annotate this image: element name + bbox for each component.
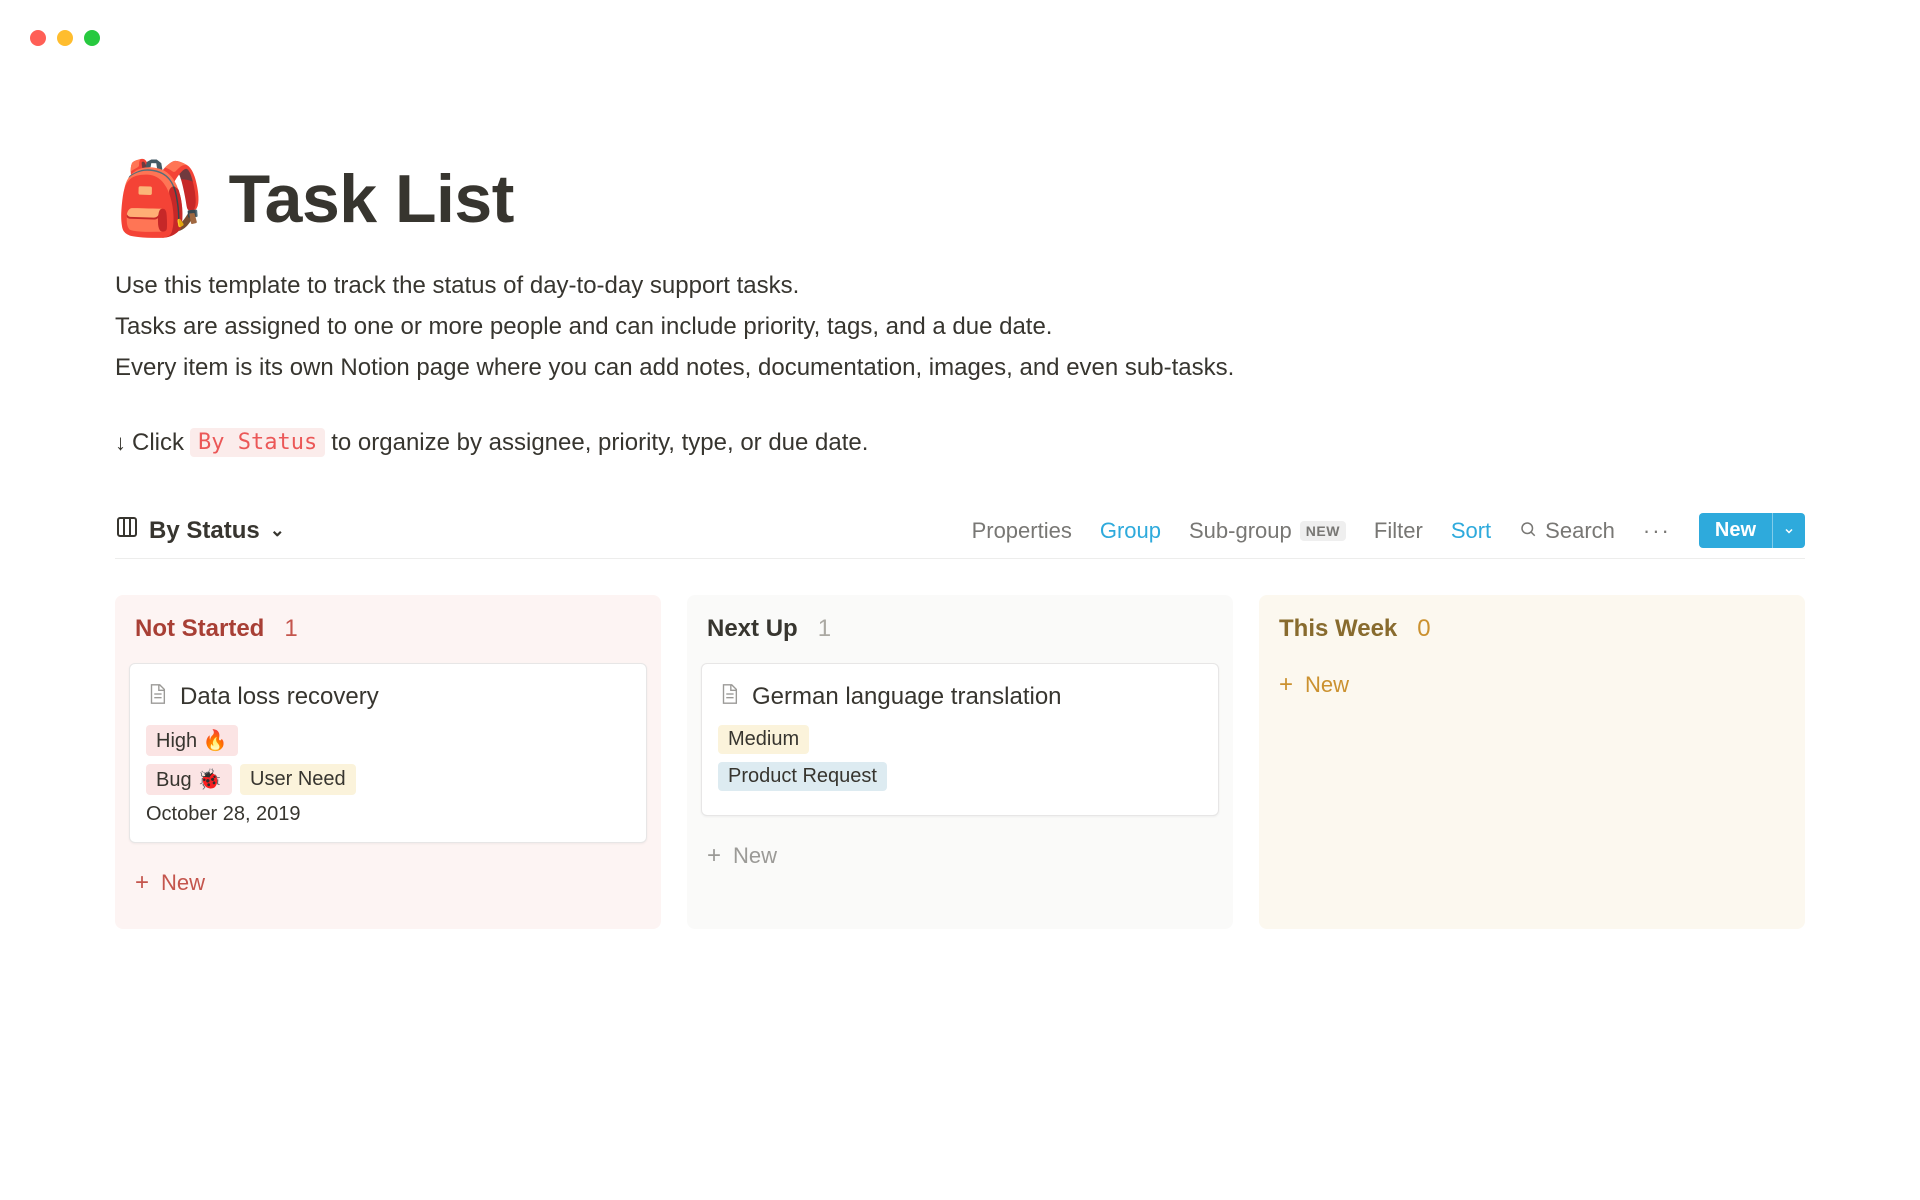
more-options-button[interactable]: ··· xyxy=(1643,518,1671,544)
column-header[interactable]: Not Started 1 xyxy=(129,615,647,663)
tag-bug: Bug 🐞 xyxy=(146,764,232,795)
plus-icon: + xyxy=(1279,671,1293,699)
view-toolbar: By Status ⌄ Properties Group Sub-group N… xyxy=(115,513,1805,559)
description-line: Every item is its own Notion page where … xyxy=(115,348,1805,389)
page-icon[interactable]: 🎒 xyxy=(115,163,205,235)
tag-product-request: Product Request xyxy=(718,762,887,791)
card-title: Data loss recovery xyxy=(180,683,379,711)
kanban-board: Not Started 1 Data loss recovery High 🔥 … xyxy=(115,595,1805,929)
column-header[interactable]: This Week 0 xyxy=(1273,615,1791,663)
plus-icon: + xyxy=(135,869,149,897)
properties-button[interactable]: Properties xyxy=(972,518,1072,544)
column-count: 1 xyxy=(818,615,831,643)
add-new-label: New xyxy=(161,870,205,896)
card-title-row: German language translation xyxy=(718,682,1202,711)
view-name: By Status xyxy=(149,517,260,545)
new-button[interactable]: New xyxy=(1699,513,1772,548)
new-badge: NEW xyxy=(1300,521,1346,541)
column-not-started: Not Started 1 Data loss recovery High 🔥 … xyxy=(115,595,661,929)
task-card[interactable]: Data loss recovery High 🔥 Bug 🐞 User Nee… xyxy=(129,663,647,843)
add-new-label: New xyxy=(733,843,777,869)
new-button-group: New xyxy=(1699,513,1805,548)
view-controls: Properties Group Sub-group NEW Filter So… xyxy=(972,513,1805,548)
subgroup-label: Sub-group xyxy=(1189,518,1292,544)
add-new-card[interactable]: + New xyxy=(701,834,1219,878)
column-title: This Week xyxy=(1279,615,1397,643)
arrow-down-icon: ↓ xyxy=(115,430,126,456)
page-doc-icon xyxy=(718,682,740,711)
filter-button[interactable]: Filter xyxy=(1374,518,1423,544)
hint-prefix: Click xyxy=(132,429,184,457)
tag-row: High 🔥 xyxy=(146,725,630,756)
close-window-button[interactable] xyxy=(30,30,46,46)
add-new-card[interactable]: + New xyxy=(129,861,647,905)
maximize-window-button[interactable] xyxy=(84,30,100,46)
task-card[interactable]: German language translation Medium Produ… xyxy=(701,663,1219,816)
card-date: October 28, 2019 xyxy=(146,803,630,826)
by-status-chip[interactable]: By Status xyxy=(190,428,325,457)
tag-priority-medium: Medium xyxy=(718,725,809,754)
hint-suffix: to organize by assignee, priority, type,… xyxy=(331,429,868,457)
group-button[interactable]: Group xyxy=(1100,518,1161,544)
page-doc-icon xyxy=(146,682,168,711)
subgroup-button[interactable]: Sub-group NEW xyxy=(1189,518,1346,544)
window-traffic-lights xyxy=(30,30,100,46)
page-content: 🎒 Task List Use this template to track t… xyxy=(0,0,1920,929)
search-icon xyxy=(1519,518,1537,544)
new-button-dropdown[interactable] xyxy=(1772,513,1805,548)
description-line: Use this template to track the status of… xyxy=(115,266,1805,307)
hint-line: ↓ Click By Status to organize by assigne… xyxy=(115,428,1805,457)
tag-user-need: User Need xyxy=(240,764,356,795)
chevron-down-icon: ⌄ xyxy=(270,520,285,541)
column-next-up: Next Up 1 German language translation Me… xyxy=(687,595,1233,929)
add-new-label: New xyxy=(1305,672,1349,698)
plus-icon: + xyxy=(707,842,721,870)
minimize-window-button[interactable] xyxy=(57,30,73,46)
page-title[interactable]: Task List xyxy=(229,160,514,238)
description-line: Tasks are assigned to one or more people… xyxy=(115,307,1805,348)
search-button[interactable]: Search xyxy=(1519,518,1615,544)
tag-row: Bug 🐞 User Need xyxy=(146,764,630,795)
tag-row: Product Request xyxy=(718,762,1202,791)
page-description: Use this template to track the status of… xyxy=(115,266,1805,388)
column-this-week: This Week 0 + New xyxy=(1259,595,1805,929)
tag-row: Medium xyxy=(718,725,1202,754)
board-icon xyxy=(115,515,139,546)
tag-priority-high: High 🔥 xyxy=(146,725,238,756)
sort-button[interactable]: Sort xyxy=(1451,518,1491,544)
view-selector[interactable]: By Status ⌄ xyxy=(115,515,285,546)
column-count: 1 xyxy=(284,615,297,643)
search-label: Search xyxy=(1545,518,1615,544)
column-header[interactable]: Next Up 1 xyxy=(701,615,1219,663)
column-count: 0 xyxy=(1417,615,1430,643)
column-title: Not Started xyxy=(135,615,264,643)
card-title-row: Data loss recovery xyxy=(146,682,630,711)
card-title: German language translation xyxy=(752,683,1062,711)
column-title: Next Up xyxy=(707,615,798,643)
page-header: 🎒 Task List xyxy=(115,160,1805,238)
add-new-card[interactable]: + New xyxy=(1273,663,1791,707)
